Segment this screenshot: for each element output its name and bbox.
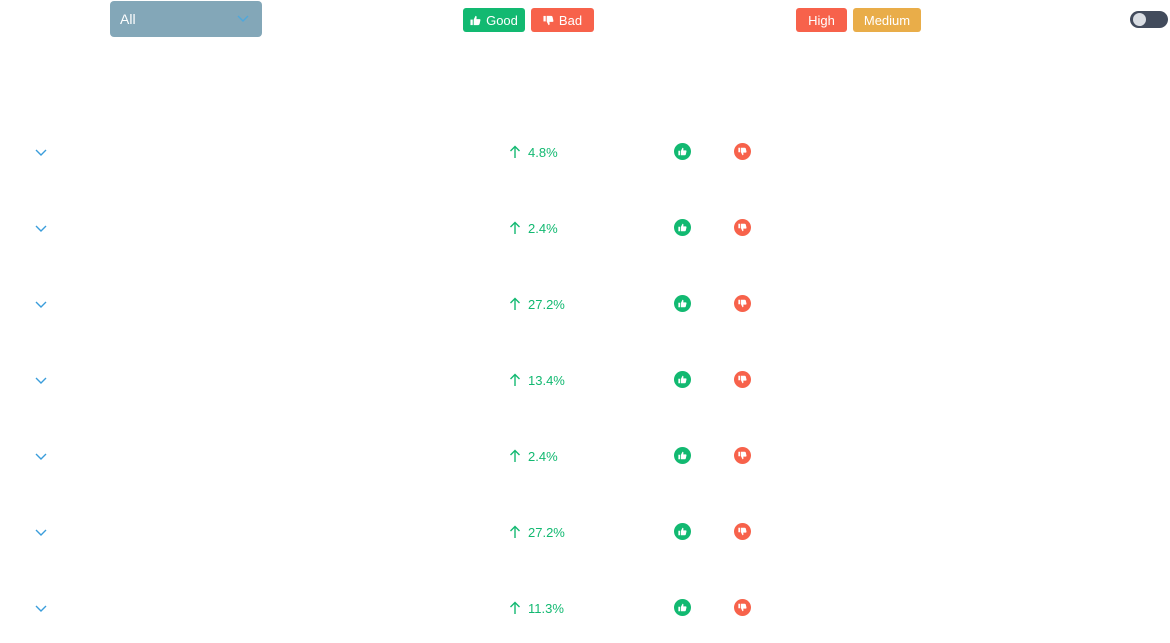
bad-button-label: Bad [558, 12, 583, 28]
thumbs-down-icon [738, 451, 747, 460]
change-percent: 4.8% [528, 144, 558, 160]
thumbs-down-button[interactable] [734, 371, 751, 388]
thumbs-down-button[interactable] [734, 599, 751, 616]
change-value: 2.4% [509, 219, 558, 237]
list-item: 27.2% [0, 289, 1170, 319]
high-priority-button[interactable]: High [796, 8, 847, 32]
thumbs-up-button[interactable] [674, 447, 691, 464]
toggle-switch[interactable] [1130, 11, 1168, 28]
bad-button[interactable]: Bad [531, 8, 594, 32]
thumbs-down-icon [738, 147, 747, 156]
thumbs-up-button[interactable] [674, 143, 691, 160]
thumbs-down-icon [738, 299, 747, 308]
toggle-knob [1133, 13, 1146, 26]
change-percent: 11.3% [528, 600, 564, 616]
thumbs-up-button[interactable] [674, 599, 691, 616]
high-priority-label: High [808, 12, 835, 28]
change-value: 13.4% [509, 371, 565, 389]
good-button-label: Good [486, 12, 518, 28]
filter-select-value: All [120, 11, 136, 27]
thumbs-down-icon [543, 15, 554, 25]
medium-priority-button[interactable]: Medium [853, 8, 921, 32]
chevron-down-icon[interactable] [34, 525, 48, 539]
chevron-down-icon [237, 15, 249, 22]
thumbs-down-icon [738, 603, 747, 612]
arrow-up-icon [510, 373, 520, 386]
chevron-down-icon[interactable] [34, 145, 48, 159]
arrow-up-icon [510, 145, 520, 158]
change-percent: 13.4% [528, 372, 565, 388]
chevron-down-icon[interactable] [34, 221, 48, 235]
arrow-up-icon [510, 601, 520, 614]
chevron-down-icon[interactable] [34, 449, 48, 463]
list-item: 11.3% [0, 593, 1170, 623]
thumbs-down-button[interactable] [734, 295, 751, 312]
filter-select[interactable]: All [110, 1, 262, 37]
thumbs-up-icon [470, 15, 481, 25]
change-percent: 27.2% [528, 524, 565, 540]
change-percent: 27.2% [528, 296, 565, 312]
chevron-down-icon[interactable] [34, 297, 48, 311]
change-percent: 2.4% [528, 220, 558, 236]
thumbs-down-button[interactable] [734, 143, 751, 160]
change-value: 2.4% [509, 447, 558, 465]
thumbs-down-button[interactable] [734, 523, 751, 540]
thumbs-up-icon [678, 451, 687, 460]
page: All Good Bad High Medium 4.8% 2.4% 27.2%… [0, 0, 1170, 643]
thumbs-down-button[interactable] [734, 219, 751, 236]
arrow-up-icon [510, 297, 520, 310]
list-item: 13.4% [0, 365, 1170, 395]
arrow-up-icon [510, 449, 520, 462]
thumbs-up-icon [678, 375, 687, 384]
list-item: 2.4% [0, 213, 1170, 243]
chevron-down-icon[interactable] [34, 601, 48, 615]
change-value: 4.8% [509, 143, 558, 161]
thumbs-down-icon [738, 223, 747, 232]
thumbs-up-icon [678, 603, 687, 612]
chevron-down-icon[interactable] [34, 373, 48, 387]
thumbs-up-button[interactable] [674, 371, 691, 388]
medium-priority-label: Medium [863, 12, 911, 28]
thumbs-up-icon [678, 147, 687, 156]
list-item: 2.4% [0, 441, 1170, 471]
thumbs-up-icon [678, 299, 687, 308]
list-item: 27.2% [0, 517, 1170, 547]
thumbs-up-icon [678, 223, 687, 232]
thumbs-up-button[interactable] [674, 295, 691, 312]
thumbs-down-icon [738, 527, 747, 536]
change-percent: 2.4% [528, 448, 558, 464]
thumbs-up-button[interactable] [674, 523, 691, 540]
thumbs-down-icon [738, 375, 747, 384]
change-value: 27.2% [509, 523, 565, 541]
arrow-up-icon [510, 221, 520, 234]
thumbs-down-button[interactable] [734, 447, 751, 464]
list-item: 4.8% [0, 137, 1170, 167]
thumbs-up-icon [678, 527, 687, 536]
arrow-up-icon [510, 525, 520, 538]
change-value: 27.2% [509, 295, 565, 313]
thumbs-up-button[interactable] [674, 219, 691, 236]
change-value: 11.3% [509, 599, 564, 617]
good-button[interactable]: Good [463, 8, 525, 32]
